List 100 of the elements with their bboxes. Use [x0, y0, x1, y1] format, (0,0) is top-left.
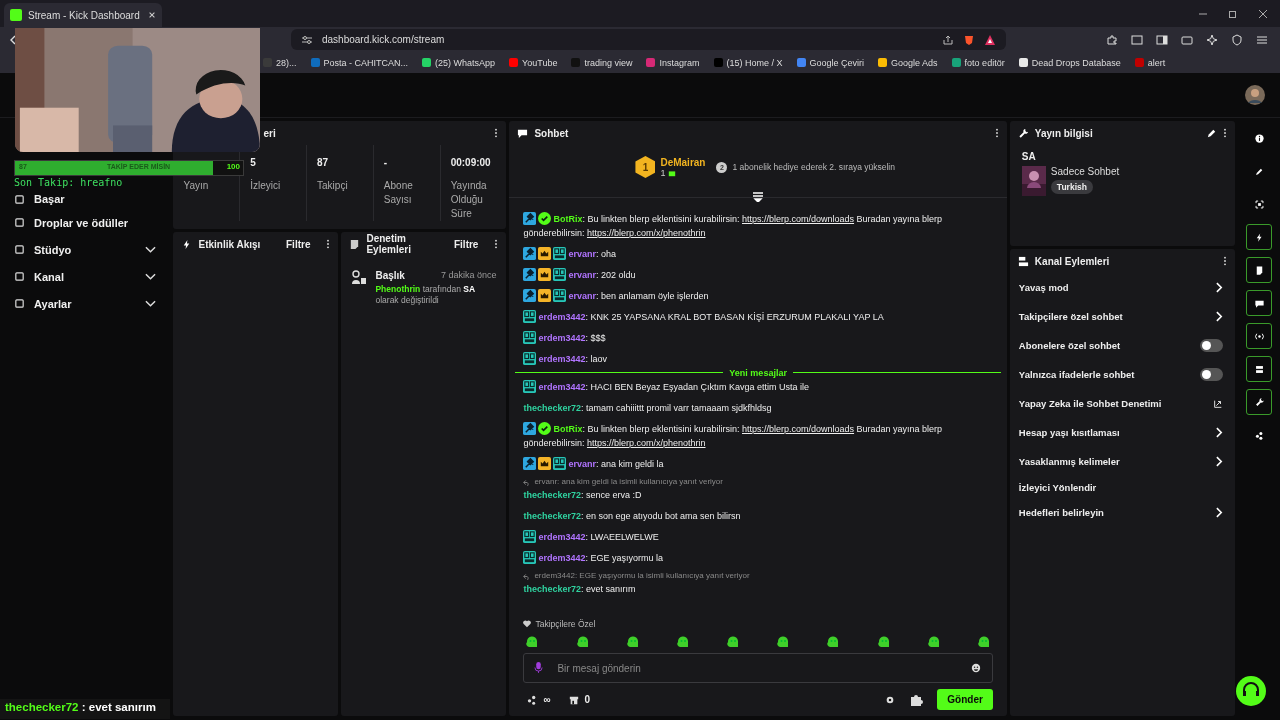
message-link[interactable]: https://blerp.com/x/phenothrin	[586, 227, 706, 238]
toggle-switch[interactable]	[1200, 339, 1224, 352]
emote-icon[interactable]	[926, 635, 941, 649]
dots-icon[interactable]	[527, 694, 538, 705]
channel-action[interactable]: İzleyici Yönlendir	[1009, 476, 1236, 498]
chat-message: ervanr: ben anlamam öyle işlerden	[523, 285, 997, 306]
dots-icon	[1253, 429, 1265, 441]
menu-icon[interactable]	[1256, 33, 1268, 46]
channel-action[interactable]: Hesap yaşı kısıtlaması	[1009, 418, 1236, 447]
rail-button[interactable]	[1246, 290, 1273, 316]
sidebar-item[interactable]: Kanal	[0, 263, 171, 290]
rail-button[interactable]	[1246, 356, 1273, 382]
toggle-switch[interactable]	[1200, 368, 1224, 381]
bookmark[interactable]: (25) WhatsApp	[422, 57, 496, 68]
rail-button[interactable]	[1246, 257, 1273, 283]
site-settings-icon[interactable]	[301, 33, 313, 46]
close-icon[interactable]	[148, 11, 156, 19]
channel-action[interactable]: Takipçilere özel sohbet	[1009, 302, 1236, 331]
wallet-icon[interactable]	[1181, 33, 1193, 46]
sidebar-item[interactable]: Droplar ve ödüller	[0, 209, 171, 236]
more-icon[interactable]	[1223, 256, 1228, 266]
channel-action[interactable]: Yasaklanmış kelimeler	[1009, 447, 1236, 476]
category-name[interactable]: Sadece Sohbet	[1050, 166, 1120, 177]
activity-panel: Etkinlik Akışı Filtre	[173, 232, 339, 716]
leader-name[interactable]: DeMairan	[660, 156, 706, 168]
chevron-down-icon[interactable]	[145, 245, 157, 254]
chat-message: erdem3442: LWAEELWELWE	[523, 526, 997, 547]
more-icon[interactable]	[494, 128, 499, 138]
store-icon[interactable]	[568, 694, 579, 705]
bookmark[interactable]: Instagram	[646, 57, 700, 68]
og-badge-icon	[523, 351, 537, 365]
chat-message: thechecker72: en son ege atıyodu bot ama sen bilirsn	[523, 509, 742, 523]
more-icon[interactable]	[1223, 128, 1228, 138]
address-bar[interactable]: dashboard.kick.com/stream	[291, 29, 1006, 50]
emote-icon[interactable]	[575, 635, 590, 649]
restore-icon[interactable]	[1228, 9, 1238, 19]
send-button[interactable]: Gönder	[937, 689, 993, 710]
shield-icon[interactable]	[1231, 33, 1243, 46]
reply-context: erdem3442: EGE yaşıyormu la isimli kullanıcıya yanıt veriyor	[534, 571, 750, 581]
sparkle-icon[interactable]	[1206, 33, 1218, 46]
extensions-icon[interactable]	[1106, 33, 1118, 46]
emote-icon[interactable]	[876, 635, 891, 649]
message-link[interactable]: https://blerp.com/x/phenothrin	[586, 437, 706, 448]
channel-action[interactable]: Abonelere özel sohbet	[1009, 331, 1236, 360]
pencil-icon[interactable]	[1206, 127, 1218, 139]
message-link[interactable]: https://blerp.com/downloads	[742, 213, 855, 224]
bookmark[interactable]: trading view	[571, 57, 633, 68]
last-follower-text: Son Takip: hreafno	[14, 177, 123, 188]
rail-button[interactable]	[1246, 389, 1273, 415]
emote-icon[interactable]	[525, 635, 540, 649]
bookmark[interactable]: 28)...	[263, 57, 297, 68]
share-icon[interactable]	[942, 33, 954, 46]
chat-message: erdem3442: laov	[523, 348, 997, 369]
bookmark[interactable]: YouTube	[509, 57, 558, 68]
sidebar-item[interactable]: Stüdyo	[0, 236, 171, 263]
bookmark[interactable]: Dead Drops Database	[1018, 57, 1121, 68]
more-icon[interactable]	[994, 128, 999, 138]
triangle-icon[interactable]	[984, 33, 996, 46]
chat-message: erdem3442: EGE yaşıyormu la	[523, 547, 997, 568]
emote-icon[interactable]	[625, 635, 640, 649]
emote-icon[interactable]	[776, 635, 791, 649]
bookmark[interactable]: foto editör	[951, 57, 1005, 68]
bookmark[interactable]: Google Çeviri	[796, 57, 865, 68]
bookmark[interactable]: alert	[1134, 57, 1166, 68]
message-input[interactable]: Bir mesaj gönderin	[523, 653, 993, 683]
sidebar-item[interactable]: Ayarlar	[0, 290, 171, 317]
more-icon[interactable]	[494, 239, 499, 249]
emote-icon[interactable]	[976, 635, 991, 649]
support-icon[interactable]	[1236, 676, 1266, 706]
stream-title: SA	[1020, 150, 1037, 164]
bookmark[interactable]: Posta - CAHITCAN...	[310, 57, 409, 68]
filter-button[interactable]: Filtre	[454, 238, 479, 250]
bookmark[interactable]: Google Ads	[878, 57, 938, 68]
collapse-icon[interactable]	[752, 192, 765, 202]
chevron-down-icon[interactable]	[145, 299, 157, 308]
channel-action[interactable]: Hedefleri belirleyin	[1009, 498, 1236, 527]
settings-icon[interactable]	[885, 694, 896, 705]
close-icon[interactable]	[1258, 9, 1268, 19]
hammer-badge-icon	[523, 267, 537, 281]
browser-tab[interactable]: Stream - Kick Dashboard	[4, 3, 162, 27]
puzzle-icon[interactable]	[909, 692, 924, 707]
emote-icon[interactable]	[675, 635, 690, 649]
menu-item-icon	[14, 298, 25, 309]
message-link[interactable]: https://blerp.com/downloads	[742, 423, 855, 434]
reader-icon[interactable]	[1131, 33, 1143, 46]
bookmark[interactable]: (15) Home / X	[713, 57, 783, 68]
filter-button[interactable]: Filtre	[286, 238, 311, 250]
channel-action[interactable]: Yapay Zeka ile Sohbet Denetimi	[1009, 389, 1236, 418]
sidebar-item[interactable]: Başar	[0, 189, 171, 209]
more-icon[interactable]	[326, 239, 331, 249]
stat-label: Yayın	[183, 179, 210, 193]
emoji-icon[interactable]	[970, 663, 981, 673]
emote-icon[interactable]	[726, 635, 741, 649]
channel-action[interactable]: Yavaş mod	[1009, 273, 1236, 302]
emote-icon[interactable]	[826, 635, 841, 649]
channel-action[interactable]: Yalnızca ifadelerle sohbet	[1009, 360, 1236, 389]
microphone-icon[interactable]	[534, 661, 544, 674]
language-tag[interactable]: Turkish	[1050, 180, 1093, 194]
sidebar-icon[interactable]	[1156, 33, 1168, 46]
chevron-down-icon[interactable]	[145, 272, 157, 281]
